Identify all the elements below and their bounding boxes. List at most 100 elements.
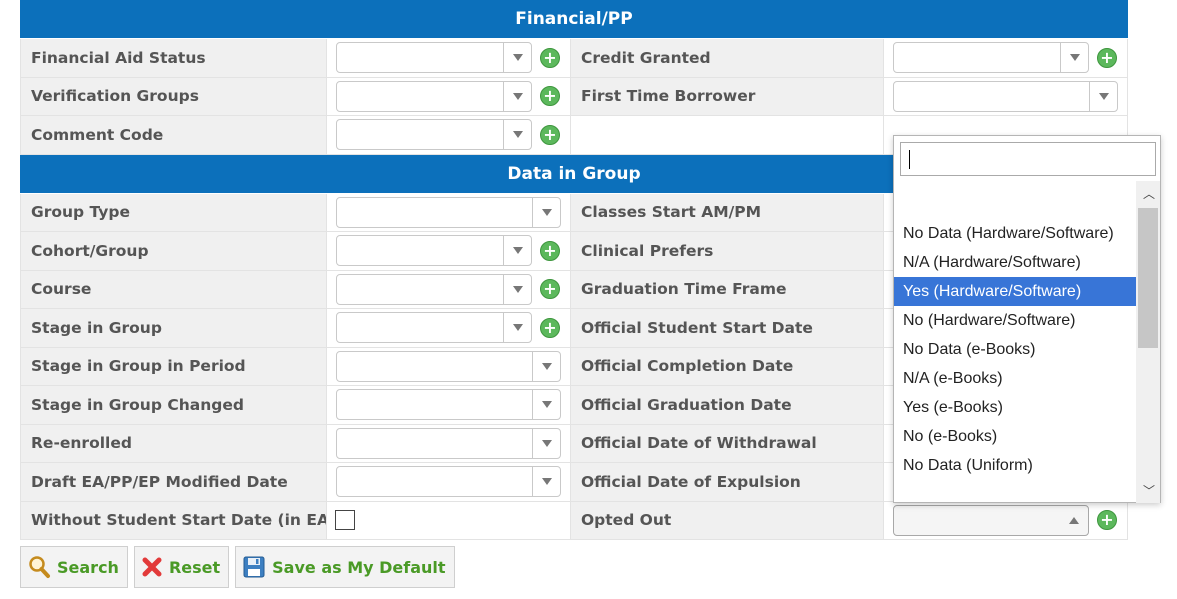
dropdown-option[interactable]: No Data (e-Books)	[894, 335, 1137, 364]
chevron-down-icon[interactable]	[503, 274, 531, 304]
plus-circle-icon[interactable]: +	[540, 124, 560, 145]
stage-in-group-changed-select[interactable]	[336, 389, 561, 421]
label-comment-code: Comment Code	[20, 116, 327, 155]
label-cohort-group: Cohort/Group	[20, 232, 327, 271]
draft-modified-date-select[interactable]	[336, 466, 561, 498]
reset-button[interactable]: Reset	[133, 546, 230, 588]
label-re-enrolled: Re-enrolled	[20, 424, 327, 463]
field-draft-modified-date	[327, 463, 571, 502]
save-as-default-label: Save as My Default	[272, 557, 446, 577]
label-stage-in-group-in-period: Stage in Group in Period	[20, 347, 327, 386]
text-caret	[909, 150, 910, 169]
label-official-completion-date: Official Completion Date	[571, 347, 884, 386]
chevron-down-icon[interactable]	[532, 197, 560, 227]
field-without-student-start-date	[327, 501, 571, 540]
dropdown-option[interactable]: Yes (e-Books)	[894, 393, 1137, 422]
stage-in-group-select[interactable]	[336, 312, 532, 344]
reset-button-label: Reset	[168, 557, 221, 577]
search-button[interactable]: Search	[20, 546, 128, 588]
field-first-time-borrower	[884, 77, 1128, 116]
floppy-disk-icon	[243, 556, 265, 578]
plus-circle-icon[interactable]: +	[540, 279, 560, 300]
first-time-borrower-select[interactable]	[893, 80, 1118, 112]
plus-circle-icon[interactable]: +	[540, 47, 560, 68]
dropdown-option[interactable]: No Data (Hardware/Software)	[894, 219, 1137, 248]
label-first-time-borrower: First Time Borrower	[571, 77, 884, 116]
label-classes-start: Classes Start AM/PM	[571, 193, 884, 232]
magnifier-icon	[29, 556, 50, 578]
label-without-student-start-date: Without Student Start Date (in EA)	[20, 501, 327, 540]
label-credit-granted: Credit Granted	[571, 39, 884, 78]
form-row: Financial Aid Status + Credit Granted +	[20, 39, 1128, 78]
plus-circle-icon[interactable]: +	[540, 86, 560, 107]
chevron-down-icon[interactable]	[1060, 43, 1088, 73]
stage-in-group-in-period-select[interactable]	[336, 350, 561, 382]
field-stage-in-group: +	[327, 309, 571, 348]
dropdown-scrollbar[interactable]: ︿ ﹀	[1136, 181, 1160, 503]
dropdown-option[interactable]: No (Hardware/Software)	[894, 306, 1137, 335]
cohort-group-select[interactable]	[336, 235, 532, 267]
field-opted-out: +	[884, 501, 1128, 540]
action-buttons: Search Reset Save as My Default	[20, 546, 455, 588]
dropdown-option[interactable]: No Data (Uniform)	[894, 451, 1137, 480]
label-graduation-time-frame: Graduation Time Frame	[571, 270, 884, 309]
opted-out-dropdown: No Data (Hardware/Software) N/A (Hardwar…	[893, 135, 1161, 503]
label-official-graduation-date: Official Graduation Date	[571, 386, 884, 425]
label-clinical-prefers: Clinical Prefers	[571, 232, 884, 271]
field-credit-granted: +	[884, 39, 1128, 78]
dropdown-option[interactable]: N/A (e-Books)	[894, 364, 1137, 393]
chevron-down-icon[interactable]	[532, 390, 560, 420]
chevron-up-icon[interactable]	[1060, 506, 1088, 535]
chevron-down-icon[interactable]	[532, 428, 560, 458]
section-header-financial: Financial/PP	[20, 0, 1128, 39]
without-student-start-date-checkbox[interactable]	[335, 510, 355, 531]
label-draft-modified-date: Draft EA/PP/EP Modified Date	[20, 463, 327, 502]
group-type-select[interactable]	[336, 196, 561, 228]
label-stage-in-group: Stage in Group	[20, 309, 327, 348]
plus-circle-icon[interactable]: +	[1097, 47, 1117, 68]
re-enrolled-select[interactable]	[336, 427, 561, 459]
chevron-down-icon[interactable]	[503, 313, 531, 343]
dropdown-options-list: No Data (Hardware/Software) N/A (Hardwar…	[894, 181, 1137, 503]
label-verification-groups: Verification Groups	[20, 77, 327, 116]
chevron-down-icon[interactable]	[1089, 81, 1117, 111]
credit-granted-select[interactable]	[893, 42, 1089, 74]
field-stage-in-group-in-period	[327, 347, 571, 386]
label-group-type: Group Type	[20, 193, 327, 232]
chevron-down-icon[interactable]	[532, 351, 560, 381]
field-group-type	[327, 193, 571, 232]
field-cohort-group: +	[327, 232, 571, 271]
form-row: Without Student Start Date (in EA) Opted…	[20, 501, 1128, 540]
save-as-default-button[interactable]: Save as My Default	[235, 546, 455, 588]
financial-aid-status-select[interactable]	[336, 42, 532, 74]
plus-circle-icon[interactable]: +	[1097, 510, 1117, 531]
plus-circle-icon[interactable]: +	[540, 240, 560, 261]
dropdown-option[interactable]: No (e-Books)	[894, 422, 1137, 451]
dropdown-option[interactable]: N/A (Hardware/Software)	[894, 248, 1137, 277]
field-verification-groups: +	[327, 77, 571, 116]
plus-circle-icon[interactable]: +	[540, 317, 560, 338]
field-comment-code: +	[327, 116, 571, 155]
scroll-up-icon[interactable]: ︿	[1143, 185, 1155, 202]
dropdown-search-input[interactable]	[900, 142, 1156, 176]
scrollbar-thumb[interactable]	[1138, 208, 1158, 348]
form-row: Verification Groups + First Time Borrowe…	[20, 77, 1128, 116]
chevron-down-icon[interactable]	[503, 43, 531, 73]
scroll-down-icon[interactable]: ﹀	[1143, 482, 1155, 499]
label-financial-aid-status: Financial Aid Status	[20, 39, 327, 78]
field-stage-in-group-changed	[327, 386, 571, 425]
dropdown-option-highlighted[interactable]: Yes (Hardware/Software)	[894, 277, 1137, 306]
label-official-date-of-withdrawal: Official Date of Withdrawal	[571, 424, 884, 463]
verification-groups-select[interactable]	[336, 80, 532, 112]
label-official-date-of-expulsion: Official Date of Expulsion	[571, 463, 884, 502]
empty-cell	[571, 116, 884, 155]
opted-out-select[interactable]	[893, 504, 1089, 536]
chevron-down-icon[interactable]	[503, 120, 531, 150]
chevron-down-icon[interactable]	[532, 467, 560, 497]
red-x-icon	[142, 557, 162, 577]
label-official-student-start-date: Official Student Start Date	[571, 309, 884, 348]
chevron-down-icon[interactable]	[503, 236, 531, 266]
chevron-down-icon[interactable]	[503, 81, 531, 111]
course-select[interactable]	[336, 273, 532, 305]
comment-code-select[interactable]	[336, 119, 532, 151]
